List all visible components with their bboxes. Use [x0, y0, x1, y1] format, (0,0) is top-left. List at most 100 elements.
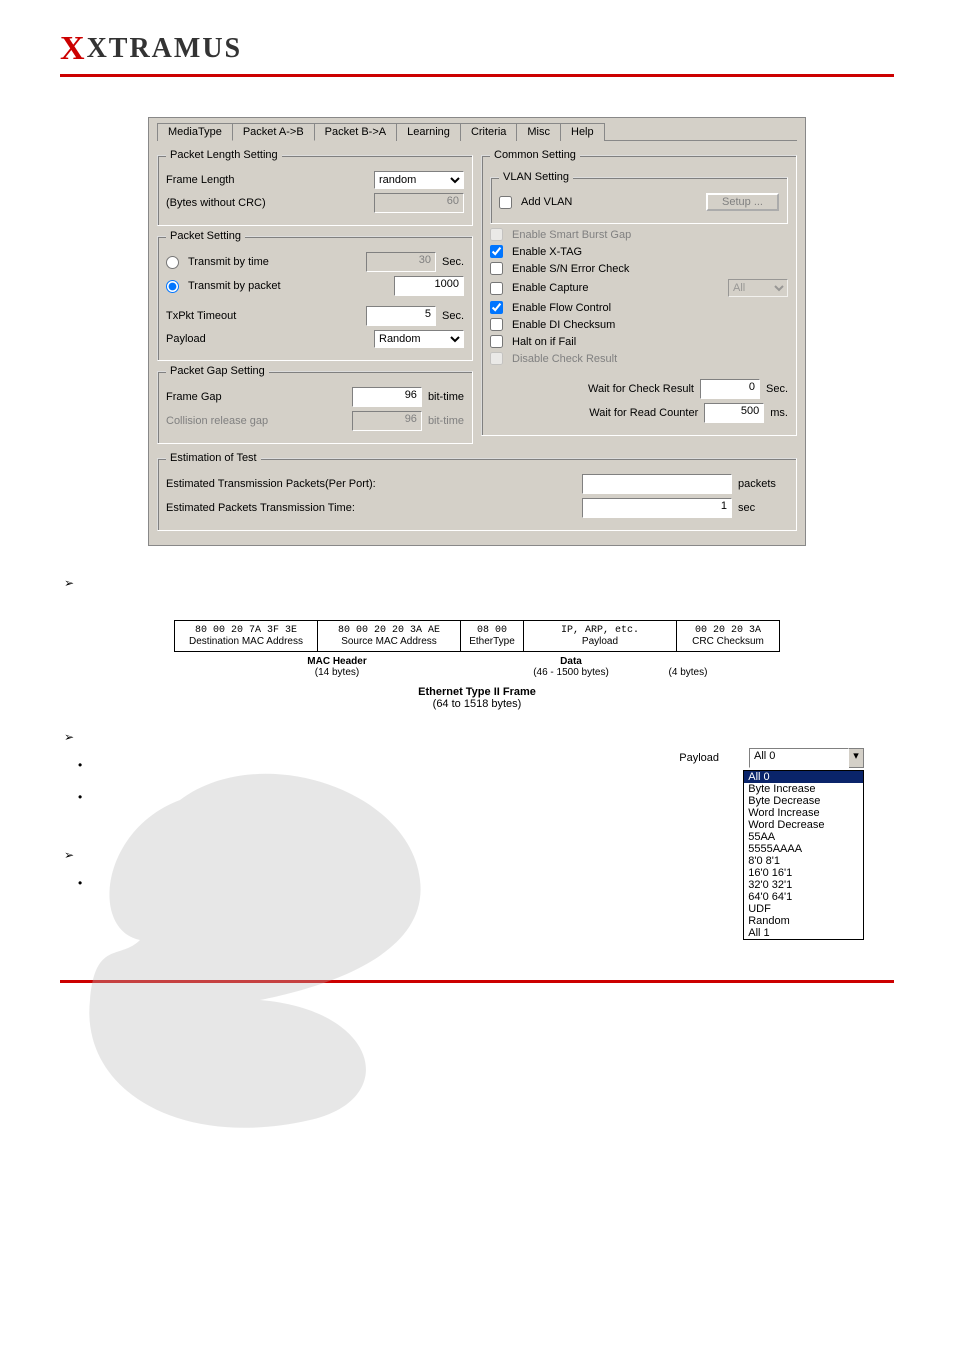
payload-opt-12[interactable]: Random	[744, 915, 863, 927]
tab-help[interactable]: Help	[560, 123, 605, 141]
capture-label: Enable Capture	[512, 282, 722, 294]
payload-field-label: Payload	[530, 636, 670, 647]
flow-control-checkbox[interactable]	[490, 301, 503, 314]
brand-text: XTRAMUS	[87, 33, 243, 64]
tab-misc[interactable]: Misc	[516, 123, 561, 141]
transmit-by-packet-radio[interactable]	[166, 280, 179, 293]
transmit-by-time-radio[interactable]	[166, 256, 179, 269]
ethertype-label: EtherType	[467, 636, 517, 647]
ethertype-hex: 08 00	[467, 625, 517, 636]
payload-opt-13[interactable]: All 1	[744, 927, 863, 939]
payload-opt-6[interactable]: 5555AAAA	[744, 843, 863, 855]
frame-length-select[interactable]: random	[374, 171, 464, 189]
frame-length-label: Frame Length	[166, 174, 368, 186]
sn-error-checkbox[interactable]	[490, 262, 503, 275]
chevron-down-icon[interactable]: ▾	[849, 748, 864, 768]
payload-opt-11[interactable]: UDF	[744, 903, 863, 915]
mac-header-label: MAC Header	[174, 656, 500, 667]
payload-dd-list[interactable]: All 0 Byte Increase Byte Decrease Word I…	[743, 770, 864, 940]
capture-select: All	[728, 279, 788, 297]
crc-label: CRC Checksum	[683, 636, 773, 647]
src-mac-cell: 80 00 20 20 3A AE Source MAC Address	[318, 620, 461, 652]
xtag-label: Enable X-TAG	[512, 246, 788, 258]
crc-bracket: (4 bytes)	[642, 654, 734, 678]
tab-learning[interactable]: Learning	[396, 123, 461, 141]
src-mac-label: Source MAC Address	[324, 636, 454, 647]
packet-length-group: Packet Length Setting Frame Length rando…	[157, 149, 473, 226]
payload-opt-5[interactable]: 55AA	[744, 831, 863, 843]
frame-title-row: Ethernet Type II Frame (64 to 1518 bytes…	[174, 686, 780, 710]
payload-opt-2[interactable]: Byte Decrease	[744, 795, 863, 807]
payload-hex: IP, ARP, etc.	[530, 625, 670, 636]
txpkt-timeout-label: TxPkt Timeout	[166, 310, 360, 322]
crc-hex: 00 20 20 3A	[683, 625, 773, 636]
est-time-label: Estimated Packets Transmission Time:	[166, 502, 576, 514]
add-vlan-label: Add VLAN	[521, 196, 700, 208]
payload-opt-4[interactable]: Word Decrease	[744, 819, 863, 831]
xtag-checkbox[interactable]	[490, 245, 503, 258]
est-time-unit: sec	[738, 502, 788, 514]
common-setting-legend: Common Setting	[490, 149, 580, 161]
transmit-by-packet-label: Transmit by packet	[188, 280, 388, 292]
data-label: Data	[500, 656, 642, 667]
payload-select[interactable]: Random	[374, 330, 464, 348]
payload-opt-10[interactable]: 64'0 64'1	[744, 891, 863, 903]
add-vlan-checkbox[interactable]	[499, 196, 512, 209]
top-rule	[60, 74, 894, 77]
ethertype-cell: 08 00 EtherType	[461, 620, 524, 652]
est-packets-unit: packets	[738, 478, 788, 490]
dest-mac-hex: 80 00 20 7A 3F 3E	[181, 625, 311, 636]
vlan-setup-button[interactable]: Setup ...	[706, 193, 779, 211]
frame-title-bytes: (64 to 1518 bytes)	[433, 698, 522, 710]
payload-dd-selected[interactable]: All 0	[749, 748, 849, 768]
data-bytes: (46 - 1500 bytes)	[500, 667, 642, 678]
payload-opt-3[interactable]: Word Increase	[744, 807, 863, 819]
disable-check-label: Disable Check Result	[512, 353, 788, 365]
bullet-arrow: ➢	[64, 576, 894, 590]
collision-gap-unit: bit-time	[428, 415, 464, 427]
halt-fail-label: Halt on if Fail	[512, 336, 788, 348]
di-checksum-label: Enable DI Checksum	[512, 319, 788, 331]
halt-fail-checkbox[interactable]	[490, 335, 503, 348]
payload-dropdown-figure: Payload All 0 ▾ All 0 Byte Increase Byte…	[679, 748, 864, 940]
payload-dd-label: Payload	[679, 752, 719, 764]
tab-mediatype[interactable]: MediaType	[157, 123, 233, 141]
frame-gap-unit: bit-time	[428, 391, 464, 403]
smart-burst-label: Enable Smart Burst Gap	[512, 229, 788, 241]
payload-opt-1[interactable]: Byte Increase	[744, 783, 863, 795]
estimation-legend: Estimation of Test	[166, 452, 261, 464]
txpkt-timeout-unit: Sec.	[442, 310, 464, 322]
packet-gap-legend: Packet Gap Setting	[166, 365, 269, 377]
wait-read-unit: ms.	[770, 407, 788, 419]
payload-opt-7[interactable]: 8'0 8'1	[744, 855, 863, 867]
di-checksum-checkbox[interactable]	[490, 318, 503, 331]
payload-opt-0[interactable]: All 0	[744, 771, 863, 783]
disable-check-checkbox	[490, 352, 503, 365]
crc-bytes: (4 bytes)	[642, 667, 734, 678]
txpkt-timeout-value[interactable]: 5	[366, 306, 436, 326]
tab-packet-ab[interactable]: Packet A->B	[232, 123, 315, 141]
smart-burst-checkbox	[490, 228, 503, 241]
vlan-group: VLAN Setting Add VLAN Setup ...	[490, 171, 788, 224]
transmit-by-time-label: Transmit by time	[188, 256, 360, 268]
tab-packet-ba[interactable]: Packet B->A	[314, 123, 397, 141]
wait-check-value[interactable]: 0	[700, 379, 760, 399]
bullet-arrow-3: ➢	[64, 848, 679, 862]
src-mac-hex: 80 00 20 20 3A AE	[324, 625, 454, 636]
bullet-dot-1: •	[78, 758, 679, 776]
capture-checkbox[interactable]	[490, 282, 503, 295]
est-packets-label: Estimated Transmission Packets(Per Port)…	[166, 478, 576, 490]
payload-opt-9[interactable]: 32'0 32'1	[744, 879, 863, 891]
payload-label: Payload	[166, 333, 368, 345]
wait-read-value[interactable]: 500	[704, 403, 764, 423]
dest-mac-label: Destination MAC Address	[181, 636, 311, 647]
flow-control-label: Enable Flow Control	[512, 302, 788, 314]
packet-setting-legend: Packet Setting	[166, 230, 245, 242]
frame-gap-value[interactable]: 96	[352, 387, 422, 407]
payload-opt-8[interactable]: 16'0 16'1	[744, 867, 863, 879]
transmit-by-packet-value[interactable]: 1000	[394, 276, 464, 296]
bytes-value: 60	[374, 193, 464, 213]
transmit-by-time-unit: Sec.	[442, 256, 464, 268]
vlan-legend: VLAN Setting	[499, 171, 573, 183]
tab-criteria[interactable]: Criteria	[460, 123, 517, 141]
